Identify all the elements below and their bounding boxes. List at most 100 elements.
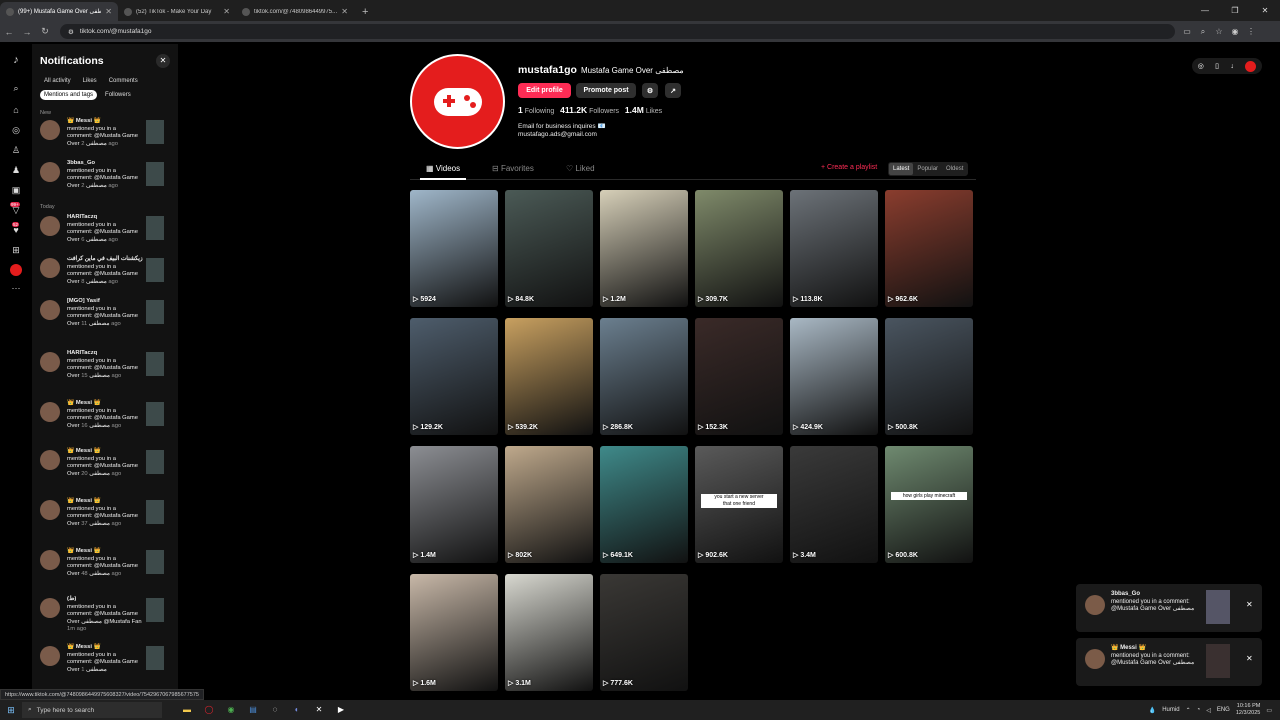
notification-item[interactable]: 👑 Messi 👑 mentioned you in a comment: @Mu… — [38, 548, 168, 594]
following-icon[interactable]: ♙ — [10, 144, 22, 156]
video-thumbnail[interactable] — [146, 500, 164, 524]
avatar[interactable] — [40, 646, 60, 666]
avatar[interactable] — [40, 550, 60, 570]
video-thumbnail[interactable]: ▷ 649.1K — [600, 446, 688, 563]
opera-icon[interactable]: ◯ — [202, 703, 216, 717]
avatar[interactable] — [40, 402, 60, 422]
document-icon[interactable]: ▤ — [246, 703, 260, 717]
avatar[interactable] — [40, 598, 60, 618]
notification-item[interactable]: [MGO] Yasif mentioned you in a comment: @… — [38, 298, 168, 344]
video-thumbnail[interactable] — [146, 352, 164, 376]
avatar[interactable] — [40, 352, 60, 372]
video-thumbnail[interactable]: ▷ 1.6M — [410, 574, 498, 691]
browser-tab[interactable]: (99+) Mustafa Game Over مصطفى✕ — [0, 2, 118, 21]
zoom-icon[interactable]: ⌕ — [1197, 27, 1209, 37]
tray-chevron-icon[interactable]: ⌃ — [1186, 707, 1191, 714]
video-thumbnail[interactable]: ▷ 113.8K — [790, 190, 878, 307]
notification-item[interactable]: زيكشنات البيف في ماين كرافت mentioned you… — [38, 256, 168, 302]
site-info-icon[interactable]: ⚙ — [68, 28, 74, 36]
video-thumbnail[interactable] — [146, 646, 164, 670]
video-thumbnail[interactable]: you start a new server that one friend ▷ 9… — [695, 446, 783, 563]
windows-start-icon[interactable]: ⊞ — [0, 705, 22, 716]
browser-tab[interactable]: tiktok.com/@7480986449975... ✕ — [236, 2, 354, 21]
profile-avatar[interactable] — [410, 54, 505, 149]
new-tab-button[interactable]: + — [354, 2, 376, 21]
sort-oldest[interactable]: Oldest — [942, 163, 967, 175]
video-thumbnail[interactable]: ▷ 129.2K — [410, 318, 498, 435]
file-explorer-icon[interactable]: ▬ — [180, 703, 194, 717]
close-window-icon[interactable]: ✕ — [1250, 0, 1280, 21]
tab-favorites[interactable]: ⊟ Favorites — [492, 164, 534, 173]
notification-item[interactable]: 👑 Messi 👑 mentioned you in a comment: @Mu… — [38, 644, 168, 689]
profile-icon[interactable]: ◉ — [1229, 27, 1241, 37]
clock[interactable]: 10:16 PM 12/3/2025 — [1236, 703, 1260, 717]
video-thumbnail[interactable]: ▷ 5924 — [410, 190, 498, 307]
sort-popular[interactable]: Popular — [913, 163, 942, 175]
notification-item[interactable]: (ط) mentioned you in a comment: @Mustafa … — [38, 596, 168, 642]
live-icon[interactable]: ▣ — [10, 184, 22, 196]
filter-all-activity[interactable]: All activity — [40, 76, 75, 86]
upload-icon[interactable]: ⊞ — [10, 244, 22, 256]
menu-icon[interactable]: ⋮ — [1245, 27, 1257, 37]
video-thumbnail[interactable]: ▷ 962.6K — [885, 190, 973, 307]
notification-center-icon[interactable]: ▭ — [1266, 707, 1272, 714]
video-thumbnail[interactable] — [146, 216, 164, 240]
video-thumbnail[interactable]: ▷ 309.7K — [695, 190, 783, 307]
video-thumbnail[interactable]: ▷ 802K — [505, 446, 593, 563]
friends-icon[interactable]: ♟ — [10, 164, 22, 176]
filter-followers[interactable]: Followers — [101, 90, 135, 100]
maximize-icon[interactable]: ❐ — [1220, 0, 1250, 21]
coins-icon[interactable]: ◎ — [1198, 62, 1204, 70]
video-thumbnail[interactable]: ▷ 777.6K — [600, 574, 688, 691]
video-thumbnail[interactable]: ▷ 539.2K — [505, 318, 593, 435]
notification-item[interactable]: 👑 Messi 👑 mentioned you in a comment: @Mu… — [38, 400, 168, 446]
avatar[interactable] — [40, 162, 60, 182]
reload-icon[interactable]: ↻ — [36, 26, 54, 37]
tiktok-logo-icon[interactable]: ♪ — [10, 54, 22, 66]
tab-liked[interactable]: ♡ Liked — [566, 164, 595, 173]
create-playlist-link[interactable]: + Create a playlist — [821, 164, 877, 171]
video-thumbnail[interactable]: ▷ 286.8K — [600, 318, 688, 435]
video-thumbnail[interactable]: ▷ 1.4M — [410, 446, 498, 563]
video-thumbnail[interactable] — [146, 300, 164, 324]
video-thumbnail[interactable]: ▷ 424.9K — [790, 318, 878, 435]
video-thumbnail[interactable] — [146, 598, 164, 622]
download-icon[interactable]: ↓ — [1230, 63, 1234, 70]
browser-tab[interactable]: (52) TikTok - Make Your Day ✕ — [118, 2, 236, 21]
share-icon[interactable]: ↗ — [665, 83, 681, 98]
filter-mentions[interactable]: Mentions and tags — [40, 90, 98, 100]
avatar[interactable] — [40, 450, 60, 470]
close-toast-icon[interactable]: ✕ — [1246, 600, 1253, 609]
notification-item[interactable]: 👑 Messi 👑 mentioned you in a comment: @Mu… — [38, 498, 168, 544]
volume-icon[interactable]: ◁ — [1206, 707, 1211, 714]
video-thumbnail[interactable]: ▷ 500.8K — [885, 318, 973, 435]
notification-item[interactable]: HARITaczq mentioned you in a comment: @Mu… — [38, 350, 168, 396]
app-icon[interactable]: ◌ — [268, 703, 282, 717]
close-toast-icon[interactable]: ✕ — [1246, 654, 1253, 663]
capcut-icon[interactable]: ✕ — [312, 703, 326, 717]
forward-icon[interactable]: → — [18, 27, 36, 37]
back-icon[interactable]: ← — [0, 27, 18, 37]
device-icon[interactable]: ▯ — [1215, 62, 1219, 70]
discord-icon[interactable]: ◐ — [290, 703, 304, 717]
profile-avatar-icon[interactable] — [10, 264, 22, 276]
home-icon[interactable]: ⌂ — [10, 104, 22, 116]
close-tab-icon[interactable]: ✕ — [105, 7, 112, 16]
video-thumbnail[interactable]: ▷ 84.8K — [505, 190, 593, 307]
video-thumbnail[interactable] — [146, 162, 164, 186]
language-indicator[interactable]: ENG — [1217, 707, 1230, 713]
video-thumbnail[interactable] — [146, 120, 164, 144]
video-thumbnail[interactable]: ▷ 3.4M — [790, 446, 878, 563]
video-thumbnail[interactable]: how girls play minecraft ▷ 600.8K — [885, 446, 973, 563]
media-player-icon[interactable]: ▶ — [334, 703, 348, 717]
chrome-icon[interactable]: ◉ — [224, 703, 238, 717]
video-thumbnail[interactable] — [146, 450, 164, 474]
sort-latest[interactable]: Latest — [889, 163, 914, 175]
more-icon[interactable]: ··· — [10, 282, 22, 294]
notification-toast[interactable]: 3bbas_Go mentioned you in a comment: @Mus… — [1076, 584, 1262, 632]
avatar[interactable] — [40, 300, 60, 320]
weather-icon[interactable]: 💧 — [1149, 707, 1156, 714]
video-thumbnail[interactable]: ▷ 1.2M — [600, 190, 688, 307]
cast-icon[interactable]: ▭ — [1181, 27, 1193, 37]
filter-comments[interactable]: Comments — [105, 76, 142, 86]
